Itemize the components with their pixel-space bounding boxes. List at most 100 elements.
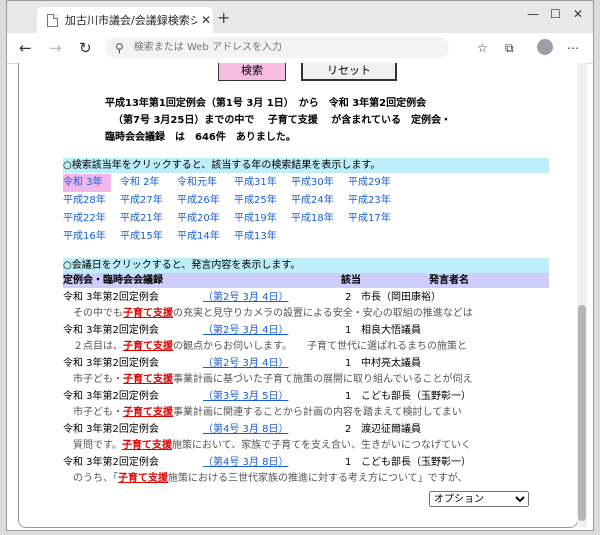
year-link[interactable]: 平成13年 [234, 228, 291, 246]
keyword-highlight: 子育て支援 [123, 374, 173, 385]
result-row: 令和 3年第2回定例会 （第4号 3月 8日） 1 こども部長（玉野彰一） [63, 454, 549, 471]
speaker-name: 渡辺征爾議員 [361, 424, 421, 435]
hit-count: 1 [345, 457, 352, 468]
profile-avatar[interactable] [537, 39, 553, 55]
speaker-name: こども部長（玉野彰一） [361, 391, 471, 402]
year-link[interactable]: 平成27年 [120, 192, 177, 210]
speaker-name: こども部長（玉野彰一） [361, 457, 471, 468]
forward-icon[interactable]: → [49, 39, 62, 57]
close-window-icon[interactable]: ✕ [573, 7, 583, 21]
option-select[interactable]: オプション [429, 491, 529, 507]
search-icon: ⚲ [115, 40, 124, 55]
year-link[interactable]: 平成23年 [348, 192, 405, 210]
meeting-name: 令和 3年第2回定例会 [63, 391, 159, 402]
year-link[interactable]: 平成24年 [291, 192, 348, 210]
speech-snippet: 市子ども・子育て支援事業計画に関連することから計画の内容を踏まえて検討してまい [63, 405, 549, 421]
meeting-instruction: ○会議日をクリックすると、発言内容を表示します。 [63, 258, 549, 273]
col-hits-header: 該当 [341, 275, 361, 286]
meeting-date-link[interactable]: （第4号 3月 8日） [203, 454, 288, 471]
result-row: 令和 3年第2回定例会 （第2号 3月 4日） 1 相良大悟議員 [63, 322, 549, 339]
year-link[interactable]: 平成30年 [291, 174, 348, 192]
summary-line-2: （第7号 3月25日）までの中で 子育て支援 が含まれている 定例会・ [113, 115, 451, 126]
snippet-after: 施策において、家族で子育てを支え合い、生きがいにつなげていく [172, 440, 471, 451]
browser-toolbar: ← → ↻ ⚲ ☆ ⧉ ⋯ [7, 33, 593, 64]
year-link[interactable]: 平成16年 [63, 228, 120, 246]
menu-icon[interactable]: ⋯ [567, 41, 579, 55]
page-content: 検索 リセット 平成13年第1回定例会（第1号 3月 1日） から 令和 3年第… [18, 63, 578, 528]
meeting-name: 令和 3年第2回定例会 [63, 358, 159, 369]
back-icon[interactable]: ← [19, 39, 32, 57]
hit-count: 2 [345, 292, 352, 303]
search-button[interactable]: 検索 [218, 63, 286, 81]
close-tab-icon[interactable]: ✕ [201, 13, 211, 27]
speaker-name: 中村亮太議員 [361, 358, 421, 369]
summary-line-3: 臨時会会議録 は 646件 ありました。 [105, 132, 296, 143]
meeting-name: 令和 3年第2回定例会 [63, 292, 159, 303]
year-row: 平成16年 平成15年 平成14年 平成13年 [63, 228, 549, 246]
meeting-date-link[interactable]: （第2号 3月 4日） [203, 289, 288, 306]
year-link[interactable]: 平成25年 [234, 192, 291, 210]
snippet-after: の充実と見守りカメラの設置による安全・安心の取組の推進などは [173, 308, 473, 319]
collections-icon[interactable]: ⧉ [505, 41, 514, 56]
reset-button[interactable]: リセット [301, 63, 397, 81]
year-link[interactable]: 平成29年 [348, 174, 405, 192]
meeting-date-link[interactable]: （第2号 3月 4日） [203, 355, 288, 372]
speech-snippet: 質問です。子育て支援施策において、家族で子育てを支え合い、生きがいにつなげていく [63, 438, 549, 454]
snippet-before: 質問です。 [73, 440, 122, 451]
meeting-name: 令和 3年第2回定例会 [63, 457, 159, 468]
year-row: 令和 3年 令和 2年 令和元年 平成31年 平成30年 平成29年 [63, 174, 549, 192]
snippet-before: 市子ども・ [73, 374, 123, 385]
keyword-highlight: 子育て支援 [123, 341, 173, 352]
hit-count: 2 [345, 424, 352, 435]
year-link[interactable]: 平成18年 [291, 210, 348, 228]
favorite-icon[interactable]: ☆ [477, 41, 488, 55]
refresh-icon[interactable]: ↻ [79, 39, 92, 57]
year-instruction: ○検索該当年をクリックすると、該当する年の検索結果を表示します。 [63, 158, 549, 173]
year-link[interactable]: 平成20年 [177, 210, 234, 228]
year-link[interactable]: 平成22年 [63, 210, 120, 228]
year-link[interactable]: 平成28年 [63, 192, 120, 210]
meeting-date-link[interactable]: （第3号 3月 5日） [203, 388, 288, 405]
keyword-highlight: 子育て支援 [122, 440, 172, 451]
year-link[interactable]: 平成17年 [348, 210, 405, 228]
tab-bar: 加古川市議会/会議録検索システム ✕ + — ☐ ✕ [7, 1, 593, 33]
year-row: 平成22年 平成21年 平成20年 平成19年 平成18年 平成17年 [63, 210, 549, 228]
meeting-date-link[interactable]: （第4号 3月 8日） [203, 421, 288, 438]
snippet-before: ２点目は、 [73, 341, 123, 352]
hit-count: 1 [345, 325, 352, 336]
tab-title: 加古川市議会/会議録検索システム [65, 14, 197, 27]
new-tab-icon[interactable]: + [217, 8, 230, 27]
result-row: 令和 3年第2回定例会 （第4号 3月 8日） 2 渡辺征爾議員 [63, 421, 549, 438]
year-link[interactable]: 令和 2年 [120, 174, 177, 192]
year-link[interactable]: 令和 3年 [63, 174, 111, 192]
year-link[interactable]: 平成26年 [177, 192, 234, 210]
address-bar[interactable]: ⚲ [105, 37, 449, 58]
meeting-name: 令和 3年第2回定例会 [63, 424, 159, 435]
result-row: 令和 3年第2回定例会 （第2号 3月 4日） 2 市長（岡田康裕） [63, 289, 549, 306]
meeting-name: 令和 3年第2回定例会 [63, 325, 159, 336]
maximize-icon[interactable]: ☐ [550, 7, 561, 21]
scrollbar-thumb[interactable] [578, 305, 586, 521]
result-summary: 平成13年第1回定例会（第1号 3月 1日） から 令和 3年第2回定例会 （第… [105, 95, 505, 146]
result-row: 令和 3年第2回定例会 （第2号 3月 4日） 1 中村亮太議員 [63, 355, 549, 372]
browser-tab[interactable]: 加古川市議会/会議録検索システム ✕ [37, 7, 213, 33]
snippet-after: 施策における三世代家族の推進に対する考え方について」ですが、 [168, 473, 468, 484]
speaker-name: 市長（岡田康裕） [361, 292, 441, 303]
year-link[interactable]: 平成15年 [120, 228, 177, 246]
results-table-header: 定例会・臨時会会議録 該当 発言者名 [63, 273, 549, 288]
year-link[interactable]: 平成19年 [234, 210, 291, 228]
address-input[interactable] [131, 41, 426, 54]
speech-snippet: ２点目は、子育て支援の観点からお伺いします。 子育て世代に選ばれるまちの施策と [63, 339, 549, 355]
year-link[interactable]: 平成21年 [120, 210, 177, 228]
hit-count: 1 [345, 358, 352, 369]
result-row: 令和 3年第2回定例会 （第3号 3月 5日） 1 こども部長（玉野彰一） [63, 388, 549, 405]
col-meeting-header: 定例会・臨時会会議録 [63, 275, 163, 286]
meeting-date-link[interactable]: （第2号 3月 4日） [203, 322, 288, 339]
snippet-after: の観点からお伺いします。 子育て世代に選ばれるまちの施策と [173, 341, 467, 352]
col-speaker-header: 発言者名 [429, 275, 469, 286]
minimize-icon[interactable]: — [527, 7, 539, 21]
year-link[interactable]: 令和元年 [177, 174, 234, 192]
year-link[interactable]: 平成14年 [177, 228, 234, 246]
year-link[interactable]: 平成31年 [234, 174, 291, 192]
snippet-before: 市子ども・ [73, 407, 123, 418]
